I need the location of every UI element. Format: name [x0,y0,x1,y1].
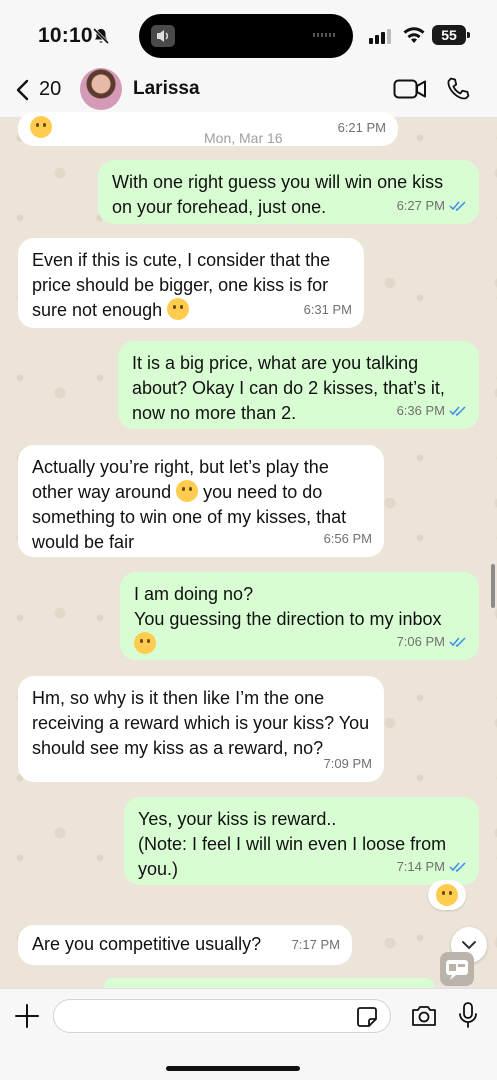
message-meta: 6:31 PM [303,302,352,317]
battery-indicator: 55 [432,25,470,45]
message-outgoing-partial [104,978,434,988]
wifi-icon [403,27,425,43]
read-ticks-icon [449,200,466,211]
silent-bell-icon [92,27,110,45]
volume-dots [313,33,337,37]
microphone-icon[interactable] [458,1001,478,1029]
winking-emoji-icon [176,480,199,502]
message-meta: 6:36 PM [397,398,467,423]
back-chevron-icon[interactable] [14,78,32,102]
message-text: Hm, so why is it then like I’m the one r… [32,688,370,758]
camera-icon[interactable] [410,1004,438,1028]
message-meta: 6:56 PM [323,531,372,546]
grin-emoji-icon [30,116,52,138]
message-time: 6:21 PM [337,120,386,135]
message-meta: 6:27 PM [397,193,467,218]
status-bar: 10:10 55 [0,0,497,66]
phone-call-icon[interactable] [445,76,471,102]
message-input[interactable] [53,999,391,1033]
status-time: 10:10 [38,24,93,47]
plus-icon[interactable] [14,1003,40,1029]
contact-name[interactable]: Larissa [133,78,200,100]
message-text: Are you competitive usually? [32,934,262,954]
speaker-icon [151,25,175,47]
sticker-icon[interactable] [356,1006,378,1028]
sleepy-emoji-icon [134,632,156,654]
cellular-signal-icon [369,29,391,44]
scrollbar[interactable] [491,564,495,608]
reaction-badge[interactable] [428,880,466,910]
chat-bubble-icon[interactable] [440,952,474,986]
video-call-icon[interactable] [393,78,427,100]
message-text: I am doing no? [134,584,254,604]
message-outgoing[interactable]: With one right guess you will win one ki… [98,160,479,224]
message-outgoing[interactable]: I am doing no? You guessing the directio… [120,572,479,660]
message-incoming[interactable]: Are you competitive usually? 7:17 PM [18,925,352,965]
dynamic-island [139,14,353,58]
message-outgoing[interactable]: It is a big price, what are you talking … [118,341,479,429]
unread-count[interactable]: 20 [39,78,61,101]
message-meta: 7:09 PM [323,756,372,771]
message-outgoing[interactable]: Yes, your kiss is reward.. (Note: I feel… [124,797,479,885]
message-incoming[interactable]: Even if this is cute, I consider that th… [18,238,364,328]
message-text: With one right guess you will win one ki… [112,172,444,217]
date-separator: Mon, Mar 16 [204,130,283,146]
message-meta: 7:14 PM [397,854,467,879]
chat-header: 20 Larissa [0,66,497,118]
message-meta: 7:17 PM [291,937,340,952]
read-ticks-icon [449,636,466,647]
home-indicator [166,1066,300,1071]
unamused-emoji-icon [167,298,190,320]
message-text: Yes, your kiss is reward.. [138,809,337,829]
smiling-halo-emoji-icon [436,884,458,906]
message-incoming[interactable]: Actually you’re right, but let’s play th… [18,445,384,557]
message-incoming[interactable]: Hm, so why is it then like I’m the one r… [18,676,384,782]
read-ticks-icon [449,405,466,416]
avatar[interactable] [80,68,122,110]
message-meta: 7:06 PM [397,629,467,654]
read-ticks-icon [449,861,466,872]
